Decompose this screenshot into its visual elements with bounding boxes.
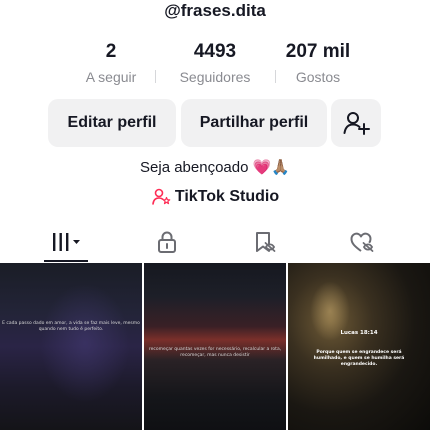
video-thumbnail[interactable]: recomeçar quantas vezes for necessário, …: [144, 263, 286, 430]
videos-grid-icon: [53, 233, 80, 251]
share-profile-button[interactable]: Partilhar perfil: [181, 99, 327, 147]
studio-person-icon: [152, 188, 171, 205]
stat-followers[interactable]: 4493 Seguidores: [155, 40, 275, 87]
tab-saved[interactable]: [243, 222, 287, 262]
video-caption: E cada passo dado em amor, a vida se faz…: [2, 321, 140, 332]
verse-reference: Lucas 18:14: [340, 330, 378, 336]
content-tabs: [0, 222, 430, 262]
stat-likes-label: Gostos: [295, 69, 341, 85]
tab-videos[interactable]: [44, 222, 88, 262]
stat-likes-value: 207 mil: [285, 41, 351, 62]
active-tab-indicator: [44, 260, 88, 262]
studio-label: TikTok Studio: [174, 188, 280, 205]
add-person-icon: [343, 112, 370, 135]
profile-username: @frases.dita: [164, 1, 266, 20]
lock-icon: [158, 231, 176, 253]
tab-liked[interactable]: [341, 222, 385, 262]
stat-following[interactable]: 2 A seguir: [51, 40, 171, 87]
tiktok-studio-link[interactable]: TikTok Studio: [0, 186, 430, 208]
profile-bio: Seja abençoado 💗🙏🏽: [140, 159, 290, 176]
add-friends-button[interactable]: [331, 99, 381, 147]
stat-following-label: A seguir: [85, 69, 137, 85]
video-thumbnail[interactable]: E cada passo dado em amor, a vida se faz…: [0, 263, 142, 430]
profile-stats: 2 A seguir 4493 Seguidores 207 mil Gosto…: [0, 40, 430, 90]
thumbnail-glow: [40, 283, 130, 403]
stat-likes[interactable]: 207 mil Gostos: [258, 40, 378, 87]
video-grid: E cada passo dado em amor, a vida se faz…: [0, 263, 430, 430]
video-thumbnail[interactable]: Lucas 18:14 Porque quem se engrandece se…: [288, 263, 430, 430]
liked-heart-icon: [350, 232, 374, 252]
stat-followers-value: 4493: [193, 41, 237, 62]
tab-private[interactable]: [145, 222, 189, 262]
stat-following-value: 2: [105, 41, 117, 62]
edit-profile-button[interactable]: Editar perfil: [48, 99, 176, 147]
bookmark-icon: [256, 232, 276, 252]
stat-followers-label: Seguidores: [179, 69, 251, 85]
video-caption: Porque quem se engrandece será humilhado…: [313, 350, 405, 367]
video-caption: recomeçar quantas vezes for necessário, …: [148, 347, 282, 358]
